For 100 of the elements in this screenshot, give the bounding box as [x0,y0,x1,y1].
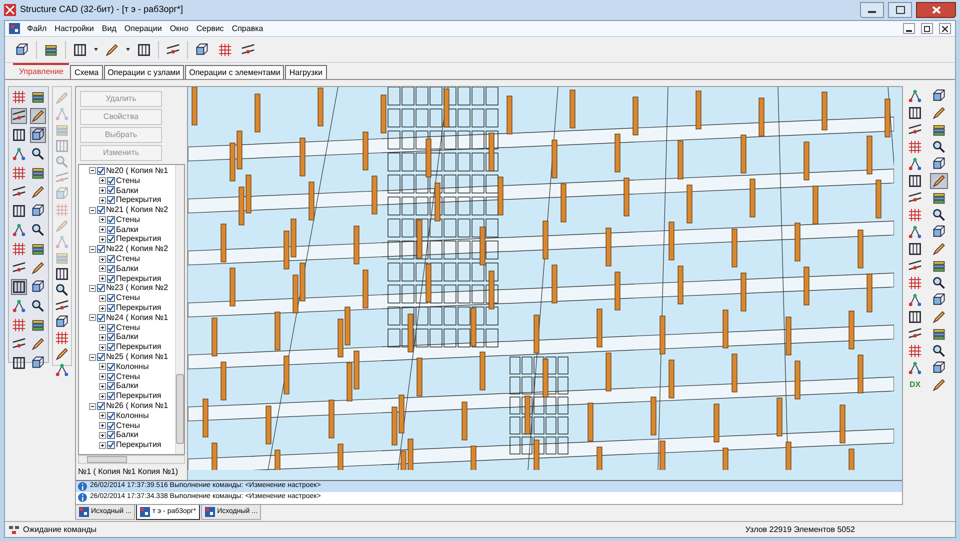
tool-button[interactable] [906,156,924,172]
tree-item[interactable]: Стены [116,322,140,334]
checkbox[interactable] [107,333,115,342]
expander-icon[interactable] [89,167,96,174]
expander-icon[interactable] [99,412,106,420]
menu-item[interactable]: Сервис [195,22,225,34]
tree-item[interactable]: Балки [116,331,138,344]
tool-button[interactable] [30,203,46,219]
tool-button[interactable] [11,203,27,219]
tool-button[interactable] [906,360,924,376]
tree-item[interactable]: Колонны [116,360,149,373]
expander-icon[interactable] [89,354,96,361]
tool-button[interactable] [11,279,27,295]
tool-button[interactable] [30,260,46,276]
tree-item[interactable]: Стены [116,253,140,266]
expander-icon[interactable] [89,206,96,214]
menu-item[interactable]: Вид [100,22,118,34]
expander-icon[interactable] [99,363,106,370]
tree-item[interactable]: Балки [116,429,138,442]
close-button[interactable] [916,2,956,18]
tree-item[interactable]: Перекрытия [116,272,162,285]
scrollbar[interactable] [78,455,185,464]
checkbox[interactable] [97,314,105,322]
tool-button[interactable] [906,309,924,325]
tool-button[interactable] [30,336,46,352]
tree-item[interactable]: Балки [116,380,138,392]
menu-item[interactable]: Настройки [54,22,95,34]
expander-icon[interactable] [99,334,106,341]
tab[interactable]: Нагрузки [285,65,326,79]
expander-icon[interactable] [99,275,106,282]
checkbox[interactable] [107,226,115,234]
expander-icon[interactable] [99,324,106,332]
tool-button[interactable]: DX [906,377,924,393]
expander-icon[interactable] [99,373,106,380]
close-button[interactable] [939,23,951,34]
tool-button[interactable] [30,241,46,257]
expander-icon[interactable] [99,344,106,351]
checkbox[interactable] [107,431,115,440]
expander-icon[interactable] [89,284,96,292]
maximize-button[interactable] [888,2,912,18]
tree-item[interactable]: №21 ( Копия №2 [106,204,168,216]
tool-button[interactable] [54,347,70,360]
checkbox[interactable] [97,166,105,175]
checkbox[interactable] [107,392,115,400]
tool-button[interactable] [11,222,27,238]
tab[interactable]: Схема [70,65,103,79]
scrollbar[interactable] [175,165,184,454]
expander-icon[interactable] [99,177,106,184]
tool-button[interactable] [30,184,46,200]
tool-button[interactable] [906,241,924,257]
tree-item[interactable]: №23 ( Копия №2 [106,282,168,294]
checkbox[interactable] [107,324,115,332]
tool-button[interactable] [30,222,46,238]
checkbox[interactable] [107,304,115,312]
dropdown-arrow-icon[interactable] [94,48,98,52]
checkbox[interactable] [97,245,105,254]
checkbox[interactable] [107,176,115,185]
tool-button[interactable] [11,298,27,314]
tree-item[interactable]: Балки [116,262,138,275]
menu-item[interactable]: Операции [123,22,163,34]
expander-icon[interactable] [99,226,106,234]
checkbox[interactable] [97,353,105,362]
tool-button[interactable] [11,127,27,143]
expander-icon[interactable] [89,402,96,410]
checkbox[interactable] [107,362,115,371]
checkbox[interactable] [107,274,115,283]
tool-button[interactable] [930,173,948,189]
tree-item[interactable]: Колонны [116,410,149,422]
expander-icon[interactable] [99,196,106,204]
tool-button[interactable] [54,283,70,296]
checkbox[interactable] [97,206,105,214]
tree-item[interactable]: Стены [116,292,140,304]
tree-item[interactable]: Перекрытия [116,233,162,246]
checkbox[interactable] [107,186,115,194]
tree-item[interactable]: Перекрытия [116,341,162,354]
tool-button[interactable] [54,267,70,280]
expander-icon[interactable] [99,236,106,243]
checkbox[interactable] [97,402,105,410]
checkbox[interactable] [107,255,115,264]
expander-icon[interactable] [99,382,106,390]
checkbox[interactable] [107,196,115,204]
tool-button[interactable] [11,146,27,162]
expander-icon[interactable] [99,256,106,263]
tree-item[interactable]: Стены [116,174,140,187]
tab[interactable]: Операции с узлами [104,65,184,79]
tool-button[interactable] [30,146,46,162]
menu-item[interactable]: Окно [168,22,190,34]
tree-item[interactable]: Балки [116,224,138,236]
tool-button[interactable] [30,89,46,105]
menu-item[interactable]: Справка [230,22,264,34]
expander-icon[interactable] [99,422,106,430]
checkbox[interactable] [107,343,115,352]
expander-icon[interactable] [99,432,106,439]
tool-button[interactable] [54,315,70,328]
checkbox[interactable] [107,216,115,224]
tree-item[interactable]: №26 ( Копия №1 [106,400,168,412]
checkbox[interactable] [107,294,115,302]
menu-item[interactable]: Файл [26,22,48,34]
expander-icon[interactable] [89,246,96,253]
tab[interactable]: Управление [13,63,70,79]
